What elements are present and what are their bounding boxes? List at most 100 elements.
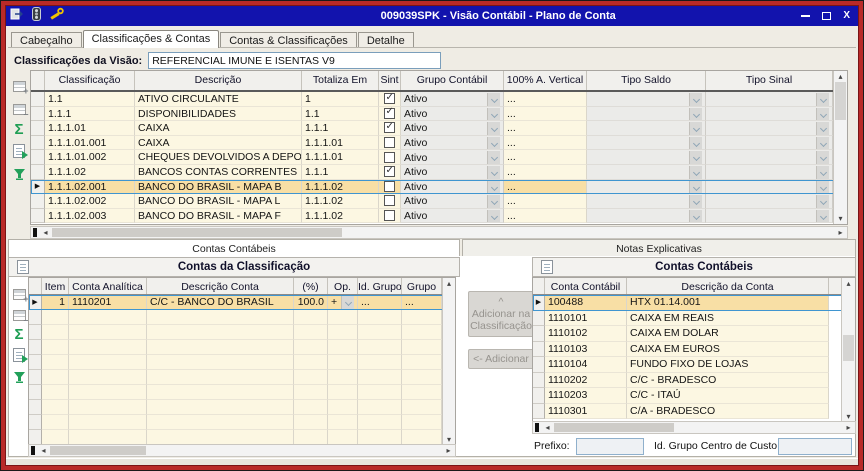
id-grupo-cc-input[interactable] xyxy=(778,438,852,455)
row-selector[interactable] xyxy=(533,373,545,389)
dropdown-button[interactable] xyxy=(689,93,702,106)
dropdown-button[interactable] xyxy=(816,210,829,223)
row-selector[interactable] xyxy=(31,136,45,151)
go-to-end-icon[interactable] xyxy=(11,369,27,385)
scroll-thumb[interactable] xyxy=(50,446,146,455)
row-selector[interactable] xyxy=(29,400,42,415)
dropdown-button[interactable] xyxy=(816,137,829,150)
dropdown-button[interactable] xyxy=(487,108,500,121)
dropdown-button[interactable] xyxy=(816,195,829,208)
dropdown-button[interactable] xyxy=(689,108,702,121)
dropdown-button[interactable] xyxy=(487,210,500,223)
tab-contas-classificacoes[interactable]: Contas & Classificações xyxy=(220,32,357,48)
row-selector[interactable] xyxy=(31,150,45,165)
dropdown-button[interactable] xyxy=(487,122,500,135)
table-row[interactable]: 1110101CAIXA EM REAIS xyxy=(533,311,855,327)
horizontal-scrollbar[interactable]: ◂ ▸ xyxy=(30,226,848,239)
table-row[interactable]: 1110202C/C - BRADESCO xyxy=(533,373,855,389)
prefixo-input[interactable] xyxy=(576,438,644,455)
column-header[interactable]: Descrição da Conta xyxy=(627,278,829,294)
close-button[interactable]: X xyxy=(843,11,850,21)
column-header[interactable]: Tipo Sinal xyxy=(706,71,833,90)
sint-checkbox[interactable] xyxy=(384,137,395,148)
row-selector[interactable] xyxy=(31,92,45,107)
vision-input[interactable] xyxy=(148,52,441,69)
vertical-scrollbar[interactable]: ▴ ▾ xyxy=(833,71,847,224)
table-row[interactable]: 1.1.1.01.001CAIXA1.1.1.01Ativo... xyxy=(31,136,847,151)
dropdown-button[interactable] xyxy=(487,151,500,164)
column-header[interactable]: Id. Grupo xyxy=(358,278,402,294)
row-selector[interactable] xyxy=(533,404,545,420)
column-header[interactable]: Totaliza Em xyxy=(302,71,379,90)
scroll-thumb[interactable] xyxy=(835,82,846,120)
scroll-left-icon[interactable]: ◂ xyxy=(541,422,554,433)
dropdown-button[interactable] xyxy=(816,122,829,135)
row-selector[interactable] xyxy=(31,209,45,224)
row-selector[interactable] xyxy=(533,326,545,342)
scroll-left-icon[interactable]: ◂ xyxy=(39,227,52,238)
row-selector[interactable] xyxy=(533,357,545,373)
scroll-thumb[interactable] xyxy=(52,228,342,237)
horizontal-scrollbar[interactable]: ◂ ▸ xyxy=(532,421,856,434)
column-header[interactable]: Grupo xyxy=(402,278,442,294)
maximize-button[interactable] xyxy=(822,12,831,20)
row-selector[interactable] xyxy=(31,194,45,209)
row-selector[interactable] xyxy=(31,121,45,136)
row-selector[interactable] xyxy=(29,385,42,400)
scroll-right-icon[interactable]: ▸ xyxy=(834,227,847,238)
column-header[interactable]: Op. xyxy=(328,278,358,294)
dropdown-button[interactable] xyxy=(487,195,500,208)
row-selector[interactable] xyxy=(533,311,545,327)
table-row[interactable]: 1110203C/C - ITAÚ xyxy=(533,388,855,404)
column-header[interactable]: Item xyxy=(42,278,69,294)
wrench-icon[interactable] xyxy=(50,7,65,25)
column-header[interactable]: 100% A. Vertical xyxy=(504,71,587,90)
dropdown-button[interactable] xyxy=(689,151,702,164)
dropdown-button[interactable] xyxy=(816,151,829,164)
table-row[interactable]: ▶11110201C/C - BANCO DO BRASIL100.0+....… xyxy=(29,295,455,310)
row-selector[interactable] xyxy=(29,325,42,340)
sint-checkbox[interactable] xyxy=(384,93,395,104)
delete-row-icon[interactable] xyxy=(11,307,27,323)
column-header[interactable]: Sint xyxy=(379,71,401,90)
column-header[interactable]: Grupo Contábil xyxy=(401,71,504,90)
export-icon[interactable] xyxy=(11,347,27,363)
row-selector[interactable]: ▶ xyxy=(533,295,545,311)
column-header[interactable]: Classificação xyxy=(45,71,135,90)
sum-icon[interactable]: Σ xyxy=(11,122,27,138)
add-row-icon[interactable] xyxy=(11,78,27,94)
dropdown-button[interactable] xyxy=(816,166,829,179)
export-icon[interactable] xyxy=(11,143,27,159)
tab-contas-contabeis[interactable]: Contas Contábeis xyxy=(8,239,460,257)
row-selector[interactable] xyxy=(29,340,42,355)
table-row[interactable]: 1.1.1DISPONIBILIDADES1.1Ativo... xyxy=(31,107,847,122)
row-selector[interactable]: ▶ xyxy=(31,180,45,195)
table-row[interactable]: 1110301C/A - BRADESCO xyxy=(533,404,855,420)
column-header[interactable]: Conta Contábil xyxy=(545,278,627,294)
row-selector[interactable] xyxy=(29,310,42,325)
dropdown-button[interactable] xyxy=(689,210,702,223)
dropdown-button[interactable] xyxy=(689,166,702,179)
table-row[interactable]: 1.1.1.02BANCOS CONTAS CORRENTES1.1.1Ativ… xyxy=(31,165,847,180)
sint-checkbox[interactable] xyxy=(384,122,395,133)
table-row[interactable]: 1.1ATIVO CIRCULANTE1Ativo... xyxy=(31,92,847,107)
row-selector[interactable] xyxy=(533,342,545,358)
add-button[interactable]: <- Adicionar xyxy=(468,349,534,369)
dropdown-button[interactable] xyxy=(689,181,702,194)
scroll-right-icon[interactable]: ▸ xyxy=(842,422,855,433)
row-selector[interactable] xyxy=(29,370,42,385)
scroll-right-icon[interactable]: ▸ xyxy=(442,445,455,456)
table-row[interactable]: 1.1.1.02.002BANCO DO BRASIL - MAPA L1.1.… xyxy=(31,194,847,209)
tab-cabecalho[interactable]: Cabeçalho xyxy=(11,32,82,48)
sint-checkbox[interactable] xyxy=(384,108,395,119)
dropdown-button[interactable] xyxy=(487,181,500,194)
dropdown-button[interactable] xyxy=(487,166,500,179)
tab-detalhe[interactable]: Detalhe xyxy=(358,32,414,48)
column-header[interactable]: (%) xyxy=(294,278,328,294)
sum-icon[interactable]: Σ xyxy=(11,327,27,343)
dropdown-button[interactable] xyxy=(816,108,829,121)
horizontal-scrollbar[interactable]: ◂ ▸ xyxy=(28,444,456,457)
minimize-button[interactable] xyxy=(801,15,810,17)
titlebar[interactable]: 009039SPK - Visão Contábil - Plano de Co… xyxy=(6,6,858,26)
sint-checkbox[interactable] xyxy=(384,210,395,221)
